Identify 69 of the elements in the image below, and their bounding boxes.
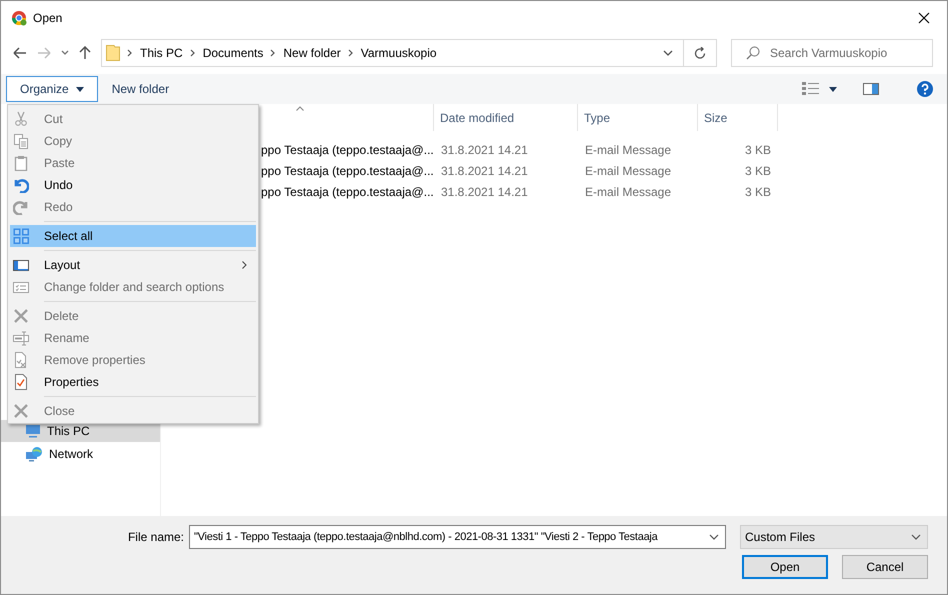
menu-item[interactable]: Undo	[10, 174, 256, 196]
undo-icon	[13, 177, 29, 193]
type-cell-text: E-mail Message	[584, 164, 672, 178]
app-icon	[11, 10, 27, 26]
computer-icon	[25, 424, 41, 438]
scissors-icon	[13, 111, 29, 127]
file-name: ppo Testaaja (teppo.testaaja@...	[260, 164, 434, 178]
dropdown-chevron-icon	[911, 534, 921, 540]
properties-icon	[13, 374, 29, 390]
clipboard-icon	[13, 155, 29, 171]
dropdown-chevron-icon[interactable]	[663, 50, 673, 56]
close-icon	[13, 403, 29, 419]
network-icon	[25, 446, 43, 462]
search-icon	[746, 46, 760, 60]
menu-item[interactable]: Properties	[10, 371, 256, 393]
type-cell-text: E-mail Message	[584, 142, 672, 156]
help-icon[interactable]	[917, 81, 933, 97]
menu-item[interactable]: Select all	[10, 225, 256, 247]
size-cell-text: 3 KB	[744, 164, 772, 178]
remove-properties-icon	[13, 352, 29, 368]
copy-icon	[13, 133, 29, 149]
organize-button[interactable]: Organize	[6, 76, 98, 102]
column-header[interactable]: Type	[578, 104, 698, 131]
redo-icon	[13, 199, 29, 215]
delete-icon	[13, 308, 29, 324]
breadcrumb[interactable]: This PC	[140, 46, 183, 60]
search-field[interactable]: Search Varmuuskopio	[731, 39, 933, 67]
file-name: ppo Testaaja (teppo.testaaja@...	[260, 142, 434, 156]
chevron-icon	[190, 49, 196, 57]
chevron-icon	[270, 49, 276, 57]
column-header[interactable]: Date modified	[434, 104, 578, 131]
size-cell-text: 3 KB	[744, 184, 772, 198]
view-options-icon[interactable]	[802, 82, 819, 96]
close-icon[interactable]	[918, 12, 930, 24]
navigation-item[interactable]: Network	[1, 443, 160, 465]
date-cell-text: 31.8.2021 14.21	[440, 142, 529, 156]
file-name: ppo Testaaja (teppo.testaaja@...	[260, 184, 434, 198]
folder-icon	[106, 45, 120, 61]
breadcrumb[interactable]: Documents	[202, 46, 264, 60]
menu-item[interactable]: Layout	[10, 254, 256, 276]
rename-icon	[13, 330, 29, 346]
file-name-label: File name:	[128, 530, 184, 544]
up-arrow-icon[interactable]	[79, 46, 91, 60]
file-name-field[interactable]: "Viesti 1 - Teppo Testaaja (teppo.testaaja@nblhd.com) - 2021-08-31 1331" "Viesti 2 - Teppo Testaaja	[189, 525, 726, 549]
column-header[interactable]: Size	[698, 104, 778, 131]
breadcrumb[interactable]: New folder	[283, 46, 341, 60]
preview-pane-icon[interactable]	[863, 83, 879, 95]
chevron-icon	[127, 49, 133, 57]
dropdown-chevron-icon	[709, 534, 719, 540]
file-type-dropdown[interactable]: Custom Files	[740, 525, 928, 549]
recent-locations-chevron-icon[interactable]	[61, 50, 69, 56]
cancel-button[interactable]: Cancel	[842, 555, 928, 579]
chevron-icon	[348, 49, 354, 57]
select-all-icon	[13, 228, 29, 244]
date-cell-text: 31.8.2021 14.21	[440, 164, 529, 178]
date-cell-text: 31.8.2021 14.21	[440, 184, 529, 198]
submenu-chevron-icon	[242, 261, 247, 269]
type-cell-text: E-mail Message	[584, 184, 672, 198]
new-folder-button[interactable]: New folder	[98, 76, 184, 102]
caret-icon[interactable]	[829, 86, 837, 92]
back-arrow-icon[interactable]	[13, 47, 27, 59]
caret-icon	[76, 86, 84, 92]
window-title: Open	[33, 11, 62, 25]
open-button[interactable]: Open	[742, 555, 828, 579]
breadcrumb[interactable]: Varmuuskopio	[360, 46, 437, 60]
folder-options-icon	[13, 279, 29, 295]
size-cell-text: 3 KB	[744, 142, 772, 156]
refresh-icon[interactable]	[694, 46, 706, 60]
layout-icon	[13, 257, 29, 273]
